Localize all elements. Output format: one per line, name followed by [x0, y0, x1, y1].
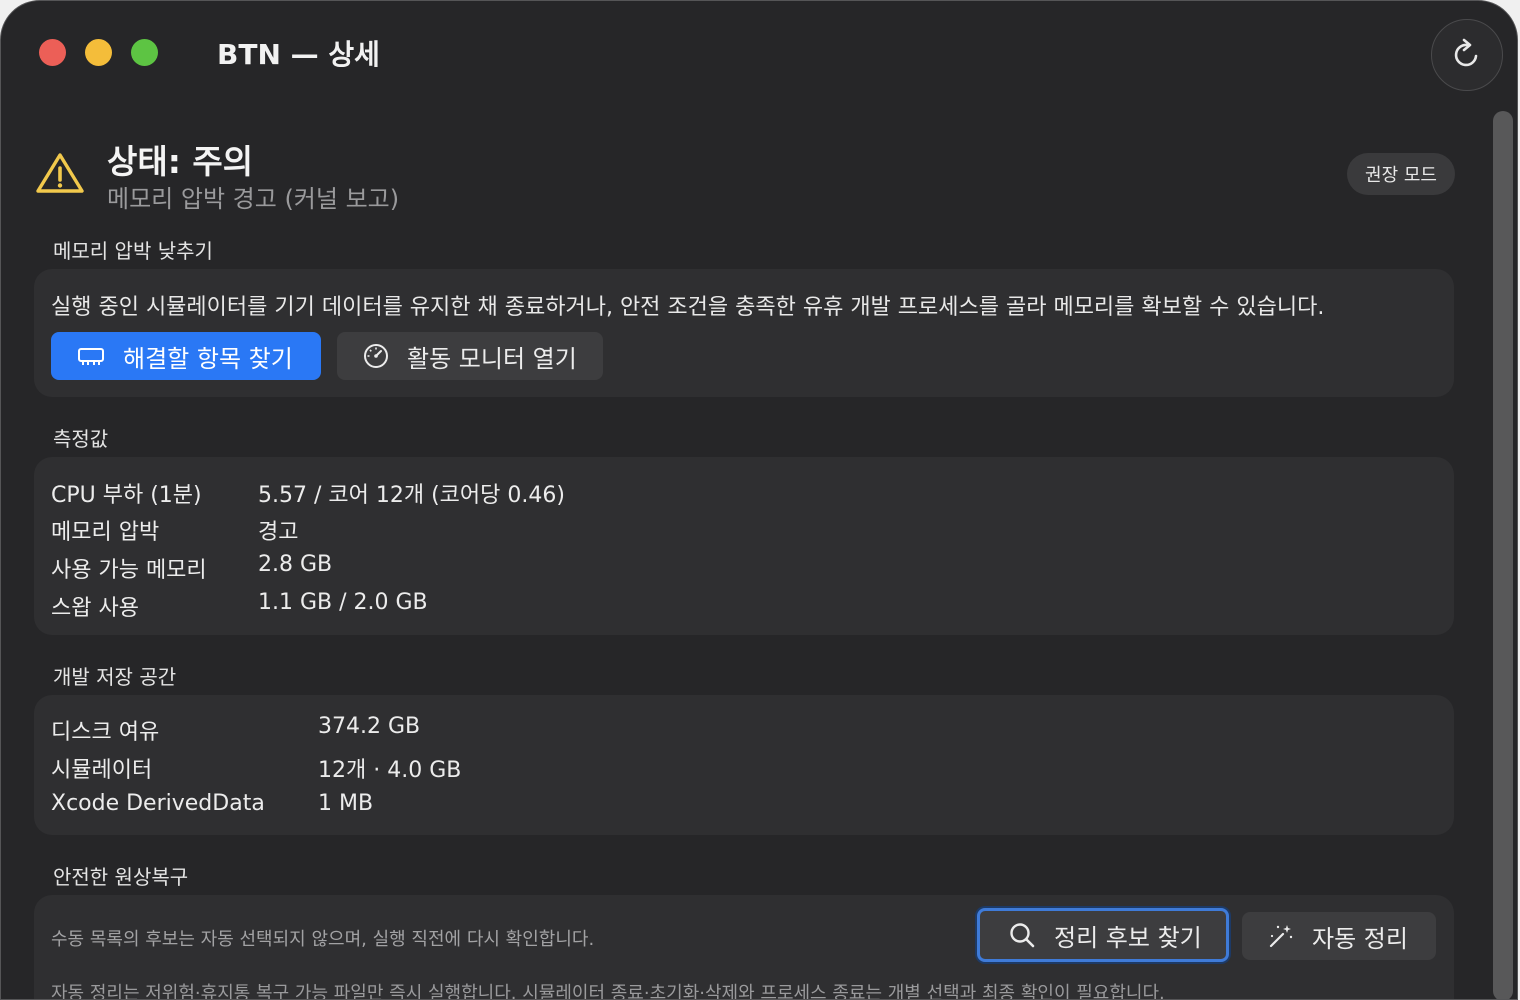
- storage-card: 디스크 여유 374.2 GB 시뮬레이터 12개 · 4.0 GB Xcode…: [34, 695, 1454, 835]
- metric-key: 메모리 압박: [51, 520, 160, 545]
- status-subtitle: 메모리 압박 경고 (커널 보고): [107, 185, 400, 213]
- refresh-button[interactable]: [1431, 19, 1503, 91]
- detail-window: BTN — 상세 상태: 주의 메모리 압박 경고 (커널 보고) 권장 모드 …: [0, 0, 1518, 1000]
- maximize-window-button[interactable]: [131, 39, 158, 66]
- metric-value: 5.57 / 코어 12개 (코어당 0.46): [258, 483, 565, 508]
- metric-key: 사용 가능 메모리: [51, 558, 207, 583]
- metric-value: 경고: [258, 520, 299, 545]
- restore-note: 수동 목록의 후보는 자동 선택되지 않으며, 실행 직전에 다시 확인합니다.: [51, 929, 595, 950]
- storage-key: 디스크 여유: [51, 720, 160, 745]
- search-icon: [1010, 923, 1035, 948]
- warning-triangle-icon: [36, 153, 84, 193]
- open-activity-monitor-button[interactable]: 활동 모니터 열기: [337, 332, 603, 380]
- memory-relief-description: 실행 중인 시뮬레이터를 기기 데이터를 유지한 채 종료하거나, 안전 조건을…: [51, 295, 1325, 320]
- gauge-icon: [364, 344, 388, 368]
- restore-heading: 안전한 원상복구: [53, 865, 189, 889]
- open-activity-monitor-label: 활동 모니터 열기: [407, 344, 577, 373]
- memory-relief-heading: 메모리 압박 낮추기: [53, 239, 213, 263]
- window-title: BTN — 상세: [217, 38, 380, 71]
- find-resolvable-items-label: 해결할 항목 찾기: [123, 344, 293, 373]
- metric-value: 2.8 GB: [258, 552, 333, 577]
- storage-key: 시뮬레이터: [51, 758, 153, 783]
- window-controls: [39, 39, 158, 66]
- vertical-scrollbar[interactable]: [1493, 111, 1513, 999]
- magic-wand-icon: [1269, 925, 1293, 948]
- find-cleanup-candidates-button[interactable]: 정리 후보 찾기: [977, 908, 1229, 962]
- storage-key: Xcode DerivedData: [51, 791, 265, 816]
- find-cleanup-candidates-label: 정리 후보 찾기: [1054, 923, 1202, 952]
- metrics-heading: 측정값: [53, 427, 109, 451]
- restore-footer-note: 자동 정리는 저위험·휴지통 복구 가능 파일만 즉시 실행합니다. 시뮬레이터…: [51, 983, 1165, 1000]
- storage-value: 1 MB: [318, 791, 374, 816]
- storage-value: 12개 · 4.0 GB: [318, 758, 462, 783]
- memory-chip-icon: [78, 348, 104, 365]
- metric-key: 스왑 사용: [51, 596, 139, 621]
- auto-cleanup-label: 자동 정리: [1312, 924, 1408, 953]
- auto-cleanup-button[interactable]: 자동 정리: [1242, 912, 1436, 960]
- metrics-card: CPU 부하 (1분) 5.57 / 코어 12개 (코어당 0.46) 메모리…: [34, 457, 1454, 635]
- status-title: 상태: 주의: [107, 142, 254, 181]
- refresh-icon: [1454, 38, 1478, 67]
- metric-value: 1.1 GB / 2.0 GB: [258, 590, 428, 615]
- metric-key: CPU 부하 (1분): [51, 483, 202, 508]
- storage-value: 374.2 GB: [318, 714, 421, 739]
- find-resolvable-items-button[interactable]: 해결할 항목 찾기: [51, 332, 321, 380]
- recommended-mode-badge[interactable]: 권장 모드: [1347, 153, 1455, 195]
- scrollbar-thumb[interactable]: [1493, 111, 1513, 999]
- close-window-button[interactable]: [39, 39, 66, 66]
- storage-heading: 개발 저장 공간: [53, 665, 177, 689]
- minimize-window-button[interactable]: [85, 39, 112, 66]
- memory-relief-card: 실행 중인 시뮬레이터를 기기 데이터를 유지한 채 종료하거나, 안전 조건을…: [34, 269, 1454, 397]
- restore-card: 수동 목록의 후보는 자동 선택되지 않으며, 실행 직전에 다시 확인합니다.…: [34, 895, 1454, 1000]
